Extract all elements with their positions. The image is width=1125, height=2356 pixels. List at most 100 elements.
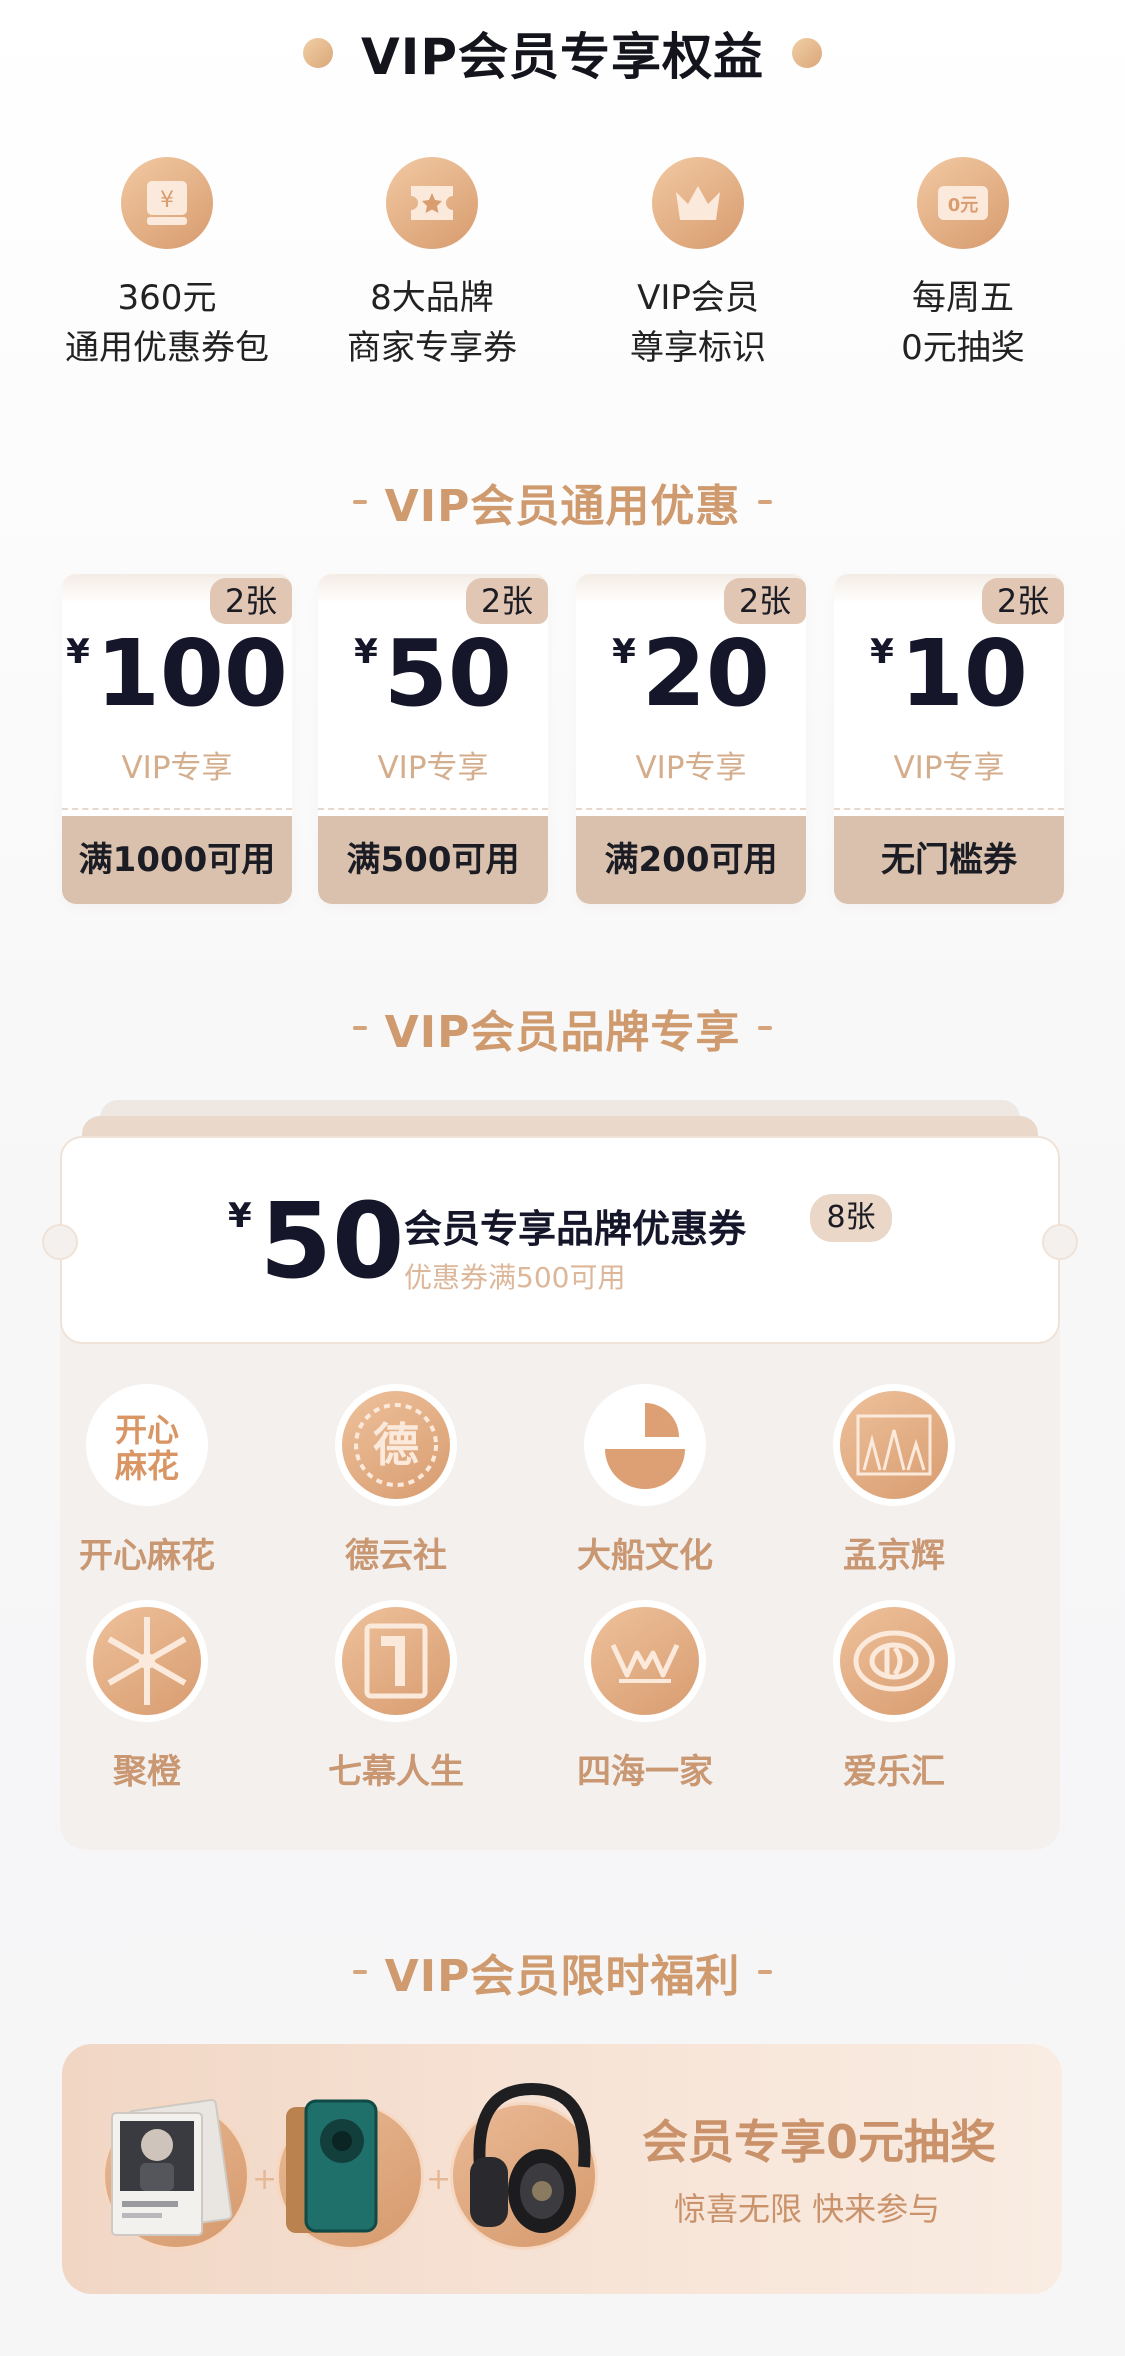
brand-name: 大船文化 (577, 1536, 713, 1576)
benefit-weekly-lottery[interactable]: 0元 每周五 0元抽奖 (833, 150, 1093, 373)
coupon-amount: ¥100 (66, 620, 288, 727)
title-dash (352, 500, 367, 504)
coupon-amount: ¥10 (870, 620, 1028, 727)
coupon-tag: VIP专享 (635, 750, 747, 786)
title-dash (352, 1970, 367, 1974)
coupon-condition: 无门槛券 (834, 816, 1064, 904)
headphones-icon (450, 2082, 598, 2250)
benefit-title: VIP会员 (637, 278, 759, 318)
section-title-text: VIP会员品牌专享 (384, 1007, 741, 1058)
plus-sign: + (426, 2162, 452, 2197)
coupon-divider (576, 808, 806, 810)
brand-item-deyunshe[interactable]: 德 德云社 (306, 1384, 486, 1577)
brand-name: 聚橙 (113, 1752, 181, 1792)
brand-coupon-block: ¥50 会员专享品牌优惠券 8张 优惠券满500可用 开心 麻花 开心麻花 德 … (42, 1100, 1078, 1850)
section-title-general: VIP会员通用优惠 (0, 472, 1125, 532)
svg-text:0元: 0元 (948, 195, 979, 216)
svg-text:德: 德 (373, 1418, 419, 1472)
coupon-count-badge: 2张 (724, 578, 806, 624)
section-title-text: VIP会员限时福利 (384, 1951, 741, 2002)
benefit-desc: 0元抽奖 (901, 328, 1025, 368)
title-dash (758, 500, 773, 504)
coupon-divider (62, 808, 292, 810)
coupon-card-20[interactable]: 2张 ¥20 VIP专享 满200可用 (576, 574, 806, 904)
benefit-title: 每周五 (912, 278, 1014, 318)
brand-coupon-condition: 优惠券满500可用 (404, 1261, 626, 1294)
page-title: VIP会员专享权益 (361, 28, 764, 86)
coupon-list: 2张 ¥100 VIP专享 满1000可用 2张 ¥50 VIP专享 满500可… (62, 574, 1065, 904)
title-dash (352, 1026, 367, 1030)
coupon-amount: ¥50 (354, 620, 512, 727)
coupon-amount: ¥20 (612, 620, 770, 727)
coupon-tag: VIP专享 (377, 750, 489, 786)
svg-text:¥: ¥ (160, 188, 174, 213)
title-dash (758, 1026, 773, 1030)
brand-item-sihaiyijia[interactable]: 四海一家 (555, 1600, 735, 1793)
sihaiyijia-logo-icon (584, 1600, 706, 1722)
jucheng-logo-icon (86, 1600, 208, 1722)
brand-item-dachuan[interactable]: 大船文化 (555, 1384, 735, 1577)
smartphone-icon (276, 2099, 424, 2250)
brand-name: 开心麻花 (79, 1536, 215, 1576)
coupon-count-badge: 2张 (982, 578, 1064, 624)
coupon-tag: VIP专享 (893, 750, 1005, 786)
benefit-vip-badge[interactable]: VIP会员 尊享标识 (568, 150, 828, 373)
zero-yuan-ticket-icon: 0元 (917, 157, 1009, 249)
lottery-title: 会员专享0元抽奖 (642, 2115, 997, 2169)
brand-name: 七幕人生 (328, 1752, 464, 1792)
qimurensheng-logo-icon (335, 1600, 457, 1722)
brand-item-jucheng[interactable]: 聚橙 (57, 1600, 237, 1793)
brand-name: 四海一家 (577, 1752, 713, 1792)
benefit-coupon-pack[interactable]: ¥ 360元 通用优惠券包 (37, 150, 297, 373)
ticket-notch-left (42, 1224, 78, 1260)
ailehui-logo-icon (833, 1600, 955, 1722)
coupon-tag: VIP专享 (121, 750, 233, 786)
mengjinghui-logo-icon (833, 1384, 955, 1506)
photo-album-icon (102, 2098, 250, 2250)
star-ticket-icon (386, 157, 478, 249)
lottery-banner[interactable]: + + 会员专享0元抽奖 惊喜无限 快来参与 (62, 2044, 1062, 2294)
svg-text:开心: 开心 (115, 1411, 179, 1449)
benefit-title: 360元 (117, 278, 217, 318)
benefit-title: 8大品牌 (370, 278, 494, 318)
ticket-notch-right (1042, 1224, 1078, 1260)
brand-item-qimurensheng[interactable]: 七幕人生 (306, 1600, 486, 1793)
coupon-card-10[interactable]: 2张 ¥10 VIP专享 无门槛券 (834, 574, 1064, 904)
svg-text:麻花: 麻花 (115, 1447, 179, 1485)
brand-coupon-ticket[interactable]: ¥50 会员专享品牌优惠券 8张 优惠券满500可用 (42, 1136, 1078, 1344)
coupon-count-badge: 2张 (466, 578, 548, 624)
brand-name: 孟京辉 (843, 1536, 945, 1576)
kaixinmahua-logo-icon: 开心 麻花 (86, 1384, 208, 1506)
brand-name: 德云社 (345, 1536, 447, 1576)
coupon-count-badge: 2张 (210, 578, 292, 624)
deyunshe-logo-icon: 德 (335, 1384, 457, 1506)
brand-coupon-title: 会员专享品牌优惠券 (404, 1207, 747, 1251)
brand-item-kaixinmahua[interactable]: 开心 麻花 开心麻花 (57, 1384, 237, 1577)
coupon-divider (834, 808, 1064, 810)
brand-name: 爱乐汇 (843, 1752, 945, 1792)
page-title-row: VIP会员专享权益 (0, 18, 1125, 88)
crown-icon (652, 157, 744, 249)
coupon-condition: 满1000可用 (62, 816, 292, 904)
title-left-dot (303, 38, 334, 68)
coupon-card-100[interactable]: 2张 ¥100 VIP专享 满1000可用 (62, 574, 292, 904)
benefit-desc: 商家专享券 (347, 328, 517, 368)
benefit-desc: 尊享标识 (630, 328, 766, 368)
section-title-limited: VIP会员限时福利 (0, 1942, 1125, 2002)
brand-item-mengjinghui[interactable]: 孟京辉 (804, 1384, 984, 1577)
brand-item-ailehui[interactable]: 爱乐汇 (804, 1600, 984, 1793)
plus-sign: + (252, 2162, 278, 2197)
benefit-brand-coupon[interactable]: 8大品牌 商家专享券 (302, 150, 562, 373)
benefits-row: ¥ 360元 通用优惠券包 8大品牌 商家专享券 VIP会员 尊享标识 0元 每… (0, 150, 1125, 390)
coupon-yen-icon: ¥ (121, 157, 213, 249)
benefit-desc: 通用优惠券包 (65, 328, 269, 368)
coupon-condition: 满200可用 (576, 816, 806, 904)
section-title-text: VIP会员通用优惠 (384, 481, 741, 532)
dachuan-logo-icon (584, 1384, 706, 1506)
coupon-card-50[interactable]: 2张 ¥50 VIP专享 满500可用 (318, 574, 548, 904)
coupon-divider (318, 808, 548, 810)
title-dash (758, 1970, 773, 1974)
brand-coupon-amount: ¥50 (228, 1180, 405, 1302)
section-title-brand: VIP会员品牌专享 (0, 998, 1125, 1058)
brand-coupon-count-badge: 8张 (810, 1194, 892, 1242)
